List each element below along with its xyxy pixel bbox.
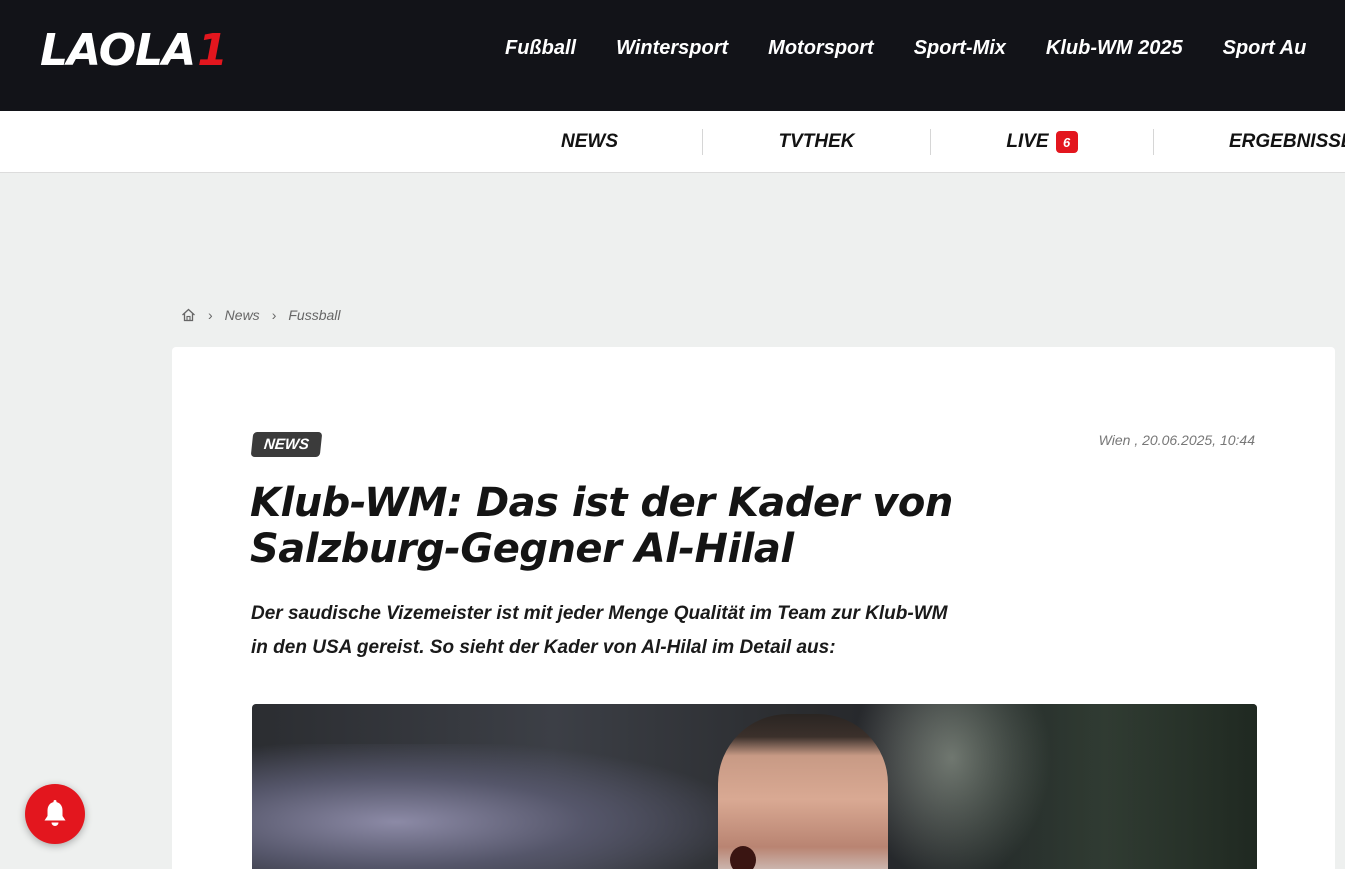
chevron-right-icon: › (208, 307, 213, 323)
article-hero-image (252, 704, 1257, 869)
lead-line-2: in den USA gereist. So sieht der Kader v… (251, 637, 836, 658)
logo-text: LAOLA (40, 24, 196, 76)
category-badge[interactable]: NEWS (250, 432, 323, 457)
article-card: NEWS Wien , 20.06.2025, 10:44 Klub-WM: D… (172, 347, 1335, 869)
nav-klub-wm-2025[interactable]: Klub-WM 2025 (1046, 37, 1183, 60)
hero-player-mouth (730, 846, 756, 869)
subnav-ergebnisse[interactable]: ERGEBNISSE (1229, 111, 1345, 172)
nav-sport-mix[interactable]: Sport-Mix (914, 37, 1006, 60)
live-label: LIVE (1006, 131, 1049, 152)
live-count-badge: 6 (1055, 131, 1078, 153)
headline-line-2: Salzburg-Gegner Al-Hilal (250, 526, 794, 572)
breadcrumb-news[interactable]: News (225, 307, 260, 323)
subnav-tvthek[interactable]: TVTHEK (703, 111, 930, 172)
breadcrumb: › News › Fussball (181, 307, 341, 323)
subnav-live[interactable]: LIVE 6 (931, 111, 1153, 172)
logo-accent: 1 (197, 24, 228, 76)
nav-sport-austria[interactable]: Sport Au (1223, 37, 1307, 60)
breadcrumb-fussball[interactable]: Fussball (288, 307, 340, 323)
subnav-divider (1153, 129, 1154, 155)
nav-motorsport[interactable]: Motorsport (768, 37, 874, 60)
nav-fussball[interactable]: Fußball (505, 37, 576, 60)
sub-nav: NEWS TVTHEK LIVE 6 ERGEBNISSE (0, 111, 1345, 173)
nav-wintersport[interactable]: Wintersport (616, 37, 728, 60)
notification-bell-button[interactable] (25, 784, 85, 844)
chevron-right-icon: › (271, 307, 277, 323)
bell-icon (41, 799, 69, 829)
main-nav: Fußball Wintersport Motorsport Sport-Mix… (505, 37, 1345, 60)
headline-line-1: Klub-WM: Das ist der Kader von (250, 480, 953, 526)
hero-bg-shade (877, 704, 1257, 869)
laola1-logo[interactable]: LAOLA 1 (40, 24, 228, 76)
article-dateline: Wien , 20.06.2025, 10:44 (1098, 432, 1255, 448)
hero-bg-blur (252, 744, 732, 869)
article-lead: Der saudische Vizemeister ist mit jeder … (251, 597, 1051, 665)
home-icon[interactable] (181, 308, 196, 322)
lead-line-1: Der saudische Vizemeister ist mit jeder … (251, 603, 948, 624)
article-headline: Klub-WM: Das ist der Kader von Salzburg-… (250, 480, 1010, 572)
subnav-news[interactable]: NEWS (477, 111, 702, 172)
top-header: LAOLA 1 Fußball Wintersport Motorsport Sp… (0, 0, 1345, 111)
